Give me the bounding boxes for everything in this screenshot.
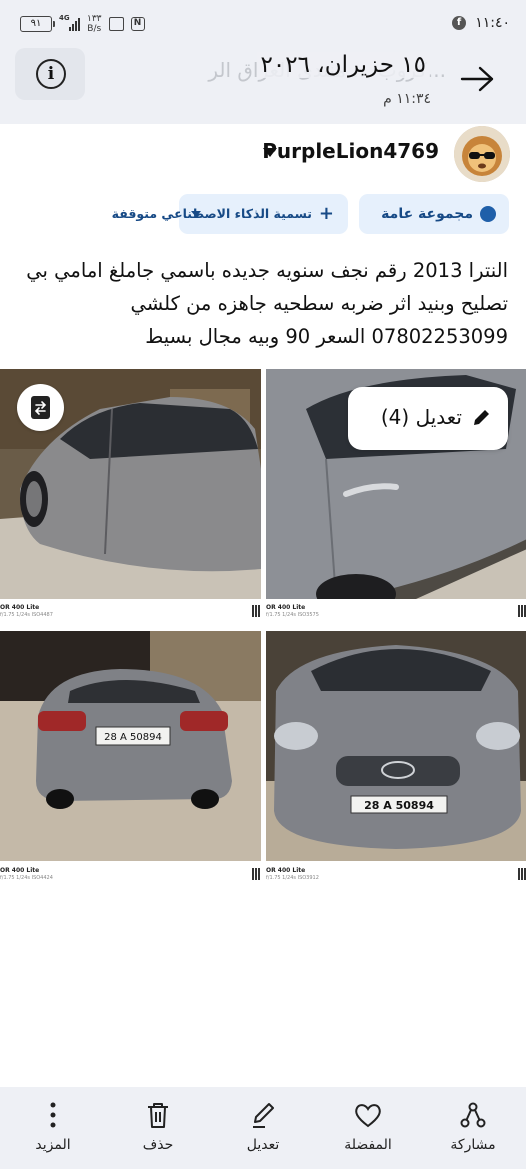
ai-label-chip[interactable]: + تسمية الذكاء الاصطناعي متوقفة	[112, 194, 348, 234]
rear-plate-text: 28 A 50894	[104, 732, 162, 743]
favorite-button[interactable]: المفضلة	[323, 1087, 413, 1169]
camera-settings: f/1.75 1/24s ISO4424	[0, 875, 53, 881]
trash-icon	[148, 1103, 168, 1128]
brand-logo-icon	[518, 605, 526, 617]
pencil-icon	[253, 1103, 274, 1128]
photo-2-meta: OR 400 Lite f/1.75 1/24s ISO3575	[266, 599, 526, 623]
camera-settings: f/1.75 1/24s ISO3912	[266, 875, 319, 881]
delete-button[interactable]: حذف	[113, 1087, 203, 1169]
favorite-label: المفضلة	[344, 1137, 392, 1153]
pencil-icon	[474, 410, 489, 425]
edit-label: تعديل	[246, 1137, 280, 1153]
photo-3[interactable]: 28 A 50894	[0, 631, 261, 861]
info-button[interactable]: i	[15, 48, 85, 100]
delete-label: حذف	[142, 1137, 174, 1153]
gallery-post-screen: ١١:٤٠ f ٩١ 4G ١٣٣ B/s N كروب ... منتدى ا…	[0, 0, 526, 1169]
status-icons: ٩١ 4G ١٣٣ B/s N	[20, 12, 145, 36]
avatar[interactable]	[454, 126, 510, 182]
photo-4[interactable]: 28 A 50894	[266, 631, 526, 861]
swap-photos-button[interactable]	[17, 384, 64, 431]
bottom-action-bar: مشاركة المفضلة تعديل حذف المزيد	[0, 1087, 526, 1169]
swap-icon	[31, 396, 50, 419]
heart-icon	[355, 1104, 381, 1128]
edit-photos-label: تعديل (4)	[380, 405, 462, 429]
edit-photos-button[interactable]: تعديل (4)	[348, 387, 508, 450]
nfc-icon: N	[130, 17, 145, 31]
status-bar: ١١:٤٠ f ٩١ 4G ١٣٣ B/s N	[0, 0, 526, 44]
chevron-down-icon[interactable]	[263, 148, 277, 157]
camera-model: OR 400 Lite	[0, 867, 40, 874]
photo-3-meta: OR 400 Lite f/1.75 1/24s ISO4424	[0, 862, 261, 886]
username[interactable]: PurpleLion4769	[262, 139, 439, 163]
edit-button[interactable]: تعديل	[218, 1087, 308, 1169]
plus-icon: +	[318, 203, 334, 224]
share-button[interactable]: مشاركة	[428, 1087, 518, 1169]
photo-4-meta: OR 400 Lite f/1.75 1/24s ISO3912	[266, 862, 526, 886]
globe-icon	[480, 206, 496, 222]
more-button[interactable]: المزيد	[8, 1087, 98, 1169]
header-time: ١١:٣٤ م	[383, 91, 431, 107]
info-icon: i	[36, 59, 66, 89]
ai-label-text: تسمية الذكاء الاصطناعي متوقفة	[111, 206, 312, 221]
camera-settings: f/1.75 1/24s ISO3575	[266, 612, 319, 618]
camera-model: OR 400 Lite	[0, 604, 40, 611]
more-label: المزيد	[35, 1137, 71, 1153]
post-caption: النترا 2013 رقم نجف سنويه جديده باسمي جا…	[26, 259, 508, 348]
audience-label: مجموعة عامة	[381, 206, 473, 222]
signal-icon: 4G	[59, 14, 80, 31]
back-arrow-icon[interactable]	[458, 64, 498, 94]
speed-value: ١٣٣	[87, 14, 102, 24]
chevron-down-icon	[191, 211, 201, 217]
camera-model: OR 400 Lite	[266, 604, 306, 611]
brand-logo-icon	[252, 605, 261, 617]
facebook-icon: f	[452, 16, 466, 30]
more-vertical-icon	[50, 1102, 56, 1128]
front-plate-text: 28 A 50894	[364, 799, 434, 812]
status-time: ١١:٤٠	[475, 15, 510, 31]
network-speed: ١٣٣ B/s	[87, 14, 102, 34]
speed-unit: B/s	[87, 24, 102, 34]
share-label: مشاركة	[450, 1137, 496, 1153]
battery-icon: ٩١	[20, 16, 55, 32]
brand-logo-icon	[252, 868, 261, 880]
share-icon	[460, 1102, 486, 1128]
viewer-header: كروب ... منتدى العراق الر... ١٥ حزيران، …	[0, 44, 526, 124]
header-date: ١٥ حزيران، ٢٠٢٦	[256, 52, 430, 78]
vibrate-icon	[108, 17, 124, 31]
audience-chip[interactable]: مجموعة عامة	[359, 194, 509, 234]
photo-1-meta: OR 400 Lite f/1.75 1/24s ISO4487	[0, 599, 261, 623]
brand-logo-icon	[518, 868, 526, 880]
camera-model: OR 400 Lite	[266, 867, 306, 874]
camera-settings: f/1.75 1/24s ISO4487	[0, 612, 53, 618]
network-type: 4G	[59, 14, 70, 22]
